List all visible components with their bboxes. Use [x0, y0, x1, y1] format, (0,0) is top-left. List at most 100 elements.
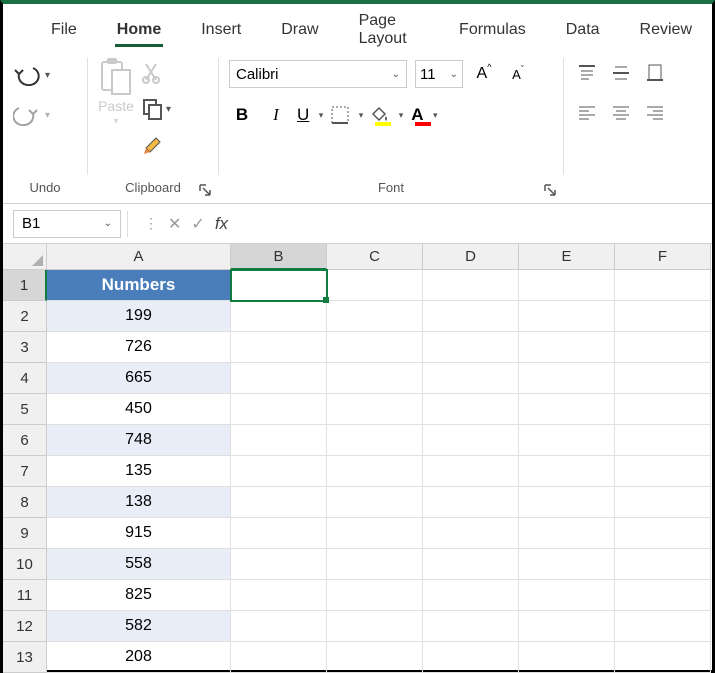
cell[interactable] [231, 332, 327, 363]
align-center-button[interactable] [608, 100, 634, 126]
cell[interactable] [615, 642, 711, 673]
cell[interactable] [327, 301, 423, 332]
cell[interactable] [519, 518, 615, 549]
cell[interactable] [519, 611, 615, 642]
cell[interactable] [423, 549, 519, 580]
cell[interactable] [519, 363, 615, 394]
cell[interactable] [327, 611, 423, 642]
tab-file[interactable]: File [31, 15, 97, 45]
cell[interactable] [327, 518, 423, 549]
row-header[interactable]: 2 [3, 301, 47, 332]
cell[interactable] [327, 363, 423, 394]
cell[interactable] [615, 487, 711, 518]
tab-home[interactable]: Home [97, 15, 181, 45]
cell[interactable] [615, 394, 711, 425]
cell[interactable] [327, 580, 423, 611]
cell[interactable] [423, 425, 519, 456]
align-right-button[interactable] [642, 100, 668, 126]
cell[interactable] [231, 518, 327, 549]
cell[interactable] [519, 549, 615, 580]
font-name-select[interactable]: Calibri ⌄ [229, 60, 407, 88]
dialog-launcher-icon[interactable] [198, 183, 212, 197]
cell[interactable] [519, 456, 615, 487]
row-header[interactable]: 9 [3, 518, 47, 549]
tab-draw[interactable]: Draw [261, 15, 338, 45]
cell[interactable] [327, 270, 423, 301]
cell[interactable] [423, 332, 519, 363]
cell[interactable] [615, 425, 711, 456]
cell[interactable] [519, 332, 615, 363]
copy-button[interactable]: ▾ [142, 98, 171, 120]
cell[interactable] [519, 301, 615, 332]
cell[interactable] [423, 301, 519, 332]
font-size-select[interactable]: 11 ⌄ [415, 60, 463, 88]
bold-button[interactable]: B [229, 102, 255, 128]
cell[interactable]: 726 [47, 332, 231, 363]
dialog-launcher-icon[interactable] [543, 183, 557, 197]
cell[interactable] [231, 425, 327, 456]
cut-button[interactable] [142, 62, 171, 84]
col-header-a[interactable]: A [47, 244, 231, 270]
cell[interactable] [423, 363, 519, 394]
format-painter-button[interactable] [142, 134, 171, 158]
cell[interactable] [423, 270, 519, 301]
cell[interactable]: 199 [47, 301, 231, 332]
cell[interactable]: 558 [47, 549, 231, 580]
enter-icon[interactable]: ✓ [191, 214, 204, 234]
col-header-d[interactable]: D [423, 244, 519, 270]
row-header[interactable]: 11 [3, 580, 47, 611]
cell[interactable] [615, 549, 711, 580]
cell[interactable]: 450 [47, 394, 231, 425]
cell[interactable] [231, 487, 327, 518]
cell[interactable] [615, 270, 711, 301]
row-header[interactable]: 12 [3, 611, 47, 642]
row-header[interactable]: 1 [3, 270, 47, 301]
fill-color-button[interactable]: ▾ [371, 102, 403, 128]
cell[interactable] [423, 394, 519, 425]
select-all-corner[interactable] [3, 244, 47, 270]
paste-button[interactable]: Paste ▾ [98, 56, 134, 127]
tab-formulas[interactable]: Formulas [439, 15, 546, 45]
cell[interactable] [231, 549, 327, 580]
cancel-icon[interactable]: ✕ [168, 214, 181, 234]
cell[interactable] [615, 301, 711, 332]
cell[interactable] [423, 487, 519, 518]
row-header[interactable]: 3 [3, 332, 47, 363]
undo-button[interactable]: ▾ [13, 64, 50, 86]
cell[interactable] [423, 611, 519, 642]
cell[interactable] [231, 394, 327, 425]
cell[interactable] [231, 270, 327, 301]
tab-review[interactable]: Review [620, 15, 712, 45]
cell[interactable] [423, 518, 519, 549]
fx-icon[interactable]: fx [215, 214, 228, 234]
row-header[interactable]: 8 [3, 487, 47, 518]
cell[interactable] [327, 487, 423, 518]
cell[interactable] [615, 332, 711, 363]
tab-insert[interactable]: Insert [181, 15, 261, 45]
font-color-button[interactable]: A ▾ [411, 102, 437, 128]
cell[interactable] [327, 425, 423, 456]
cell[interactable] [231, 580, 327, 611]
tab-data[interactable]: Data [546, 15, 620, 45]
align-left-button[interactable] [574, 100, 600, 126]
underline-button[interactable]: U▾ [297, 102, 323, 128]
cell[interactable]: 748 [47, 425, 231, 456]
cell[interactable] [519, 642, 615, 673]
col-header-c[interactable]: C [327, 244, 423, 270]
cell[interactable] [327, 642, 423, 673]
redo-button[interactable]: ▾ [13, 104, 50, 126]
row-header[interactable]: 6 [3, 425, 47, 456]
cell[interactable] [327, 332, 423, 363]
cell[interactable] [615, 580, 711, 611]
cell[interactable] [519, 270, 615, 301]
cell[interactable] [423, 456, 519, 487]
cell[interactable] [615, 518, 711, 549]
name-box[interactable]: B1 ⌄ [13, 210, 121, 238]
cell[interactable]: 208 [47, 642, 231, 673]
italic-button[interactable]: I [263, 102, 289, 128]
cell[interactable] [423, 580, 519, 611]
cell[interactable]: 665 [47, 363, 231, 394]
decrease-font-button[interactable]: Aˇ [505, 61, 531, 87]
cell[interactable] [519, 580, 615, 611]
col-header-b[interactable]: B [231, 244, 327, 270]
